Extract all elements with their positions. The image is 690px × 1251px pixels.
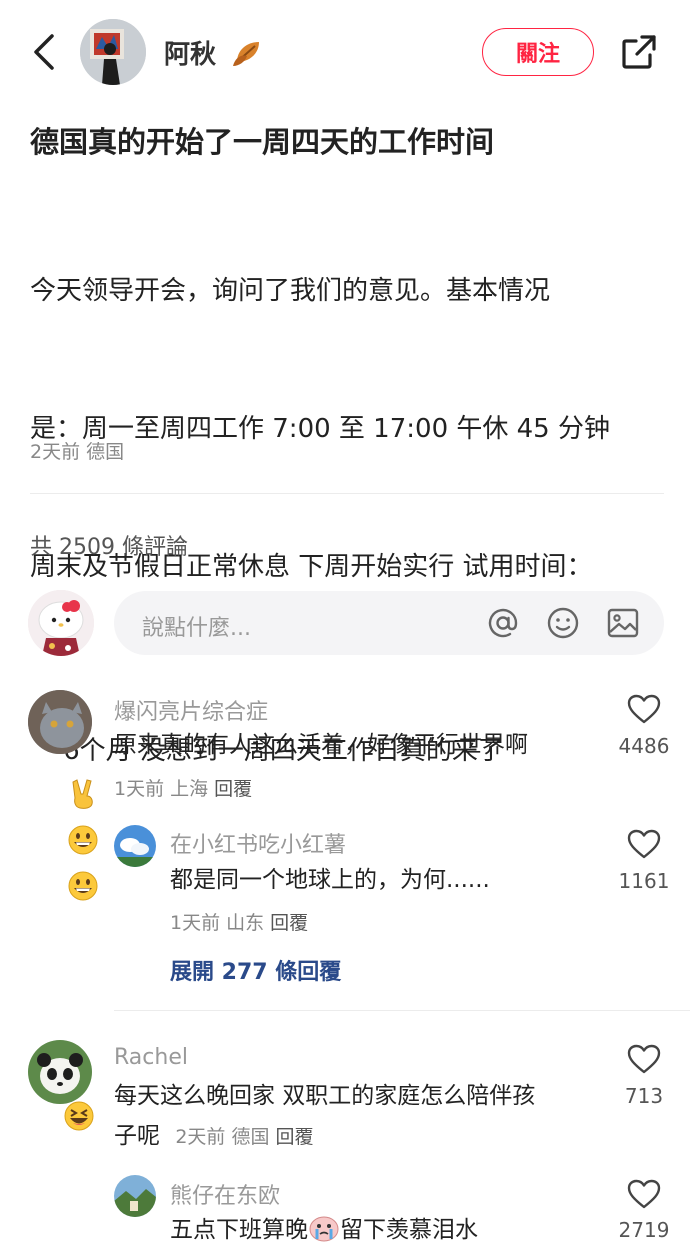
post-title: 德国真的开始了一周四天的工作时间 — [30, 125, 495, 159]
expand-replies-link[interactable]: 展開 277 條回覆 — [170, 954, 341, 986]
heart-icon — [627, 829, 661, 859]
like-count: 4486 — [618, 734, 670, 758]
reply-text-line: 五点下班算晚 留下羡慕泪水 — [170, 1210, 478, 1250]
reply-button[interactable]: 回覆 — [270, 912, 308, 934]
commenter-name[interactable]: 爆闪亮片综合症 — [114, 694, 268, 726]
laughing-emoji — [64, 1101, 94, 1131]
heart-icon — [627, 1179, 661, 1209]
comment-input[interactable]: 說點什麼... — [114, 591, 664, 655]
leaf-emoji — [233, 42, 260, 66]
comment-text: 原来真的有人这么活着，好像平行世界啊 — [114, 732, 528, 758]
comment-time-location: 2天前 德国 — [175, 1126, 270, 1148]
reply-text: 五点下班算晚 — [170, 1217, 308, 1243]
replier-name[interactable]: 熊仔在东欧 — [170, 1178, 280, 1210]
follow-button[interactable]: 關注 — [482, 28, 594, 76]
reply-avatar[interactable] — [114, 1175, 156, 1217]
author-name-text: 阿秋 — [164, 40, 217, 70]
author-name[interactable]: 阿秋 — [164, 34, 265, 71]
comment-meta: 2天前 德国 回覆 — [175, 1126, 313, 1148]
like-count: 2719 — [618, 1218, 670, 1242]
commenter-avatar[interactable] — [28, 690, 92, 754]
crying-emoji — [309, 1216, 339, 1242]
reply-text: 都是同一个地球上的，为何...... — [170, 867, 490, 893]
my-avatar[interactable] — [28, 590, 94, 656]
smiley-icon[interactable] — [546, 606, 580, 640]
reply-button[interactable]: 回覆 — [214, 778, 252, 800]
post-time-location: 2天前 德国 — [30, 441, 125, 463]
post-body-line: 今天领导开会，询问了我们的意见。基本情况 — [30, 276, 551, 306]
at-icon[interactable] — [486, 606, 520, 640]
like-count: 1161 — [618, 869, 670, 893]
commenter-avatar[interactable] — [28, 1040, 92, 1104]
reply-button[interactable]: 回覆 — [275, 1126, 313, 1148]
image-icon[interactable] — [606, 606, 640, 640]
author-avatar[interactable] — [80, 19, 146, 85]
grinning-emoji — [68, 871, 98, 901]
post-body-line: 是：周一至周四工作 7:00 至 17:00 午休 45 分钟 — [30, 414, 610, 444]
share-icon — [622, 35, 656, 69]
like-button[interactable] — [626, 828, 662, 860]
comment-text: 每天这么晚回家 双职工的家庭怎么陪伴孩 — [114, 1083, 536, 1109]
heart-icon — [627, 694, 661, 724]
reply-meta: 1天前 山东 回覆 — [170, 908, 308, 935]
comment-time-location: 1天前 上海 — [114, 778, 209, 800]
back-icon — [34, 34, 54, 70]
like-button[interactable] — [626, 693, 662, 725]
top-bar: 阿秋 關注 — [0, 0, 690, 104]
like-button[interactable] — [626, 1043, 662, 1075]
like-count: 713 — [624, 1084, 664, 1108]
share-button[interactable] — [620, 33, 658, 71]
comment-text: 子呢 — [114, 1123, 160, 1149]
reply-time-location: 1天前 山东 — [170, 912, 265, 934]
heart-icon — [627, 1044, 661, 1074]
comment-meta: 1天前 上海 回覆 — [114, 774, 252, 801]
reply-text: 留下羡慕泪水 — [340, 1217, 478, 1243]
replier-name[interactable]: 在小红书吃小红薯 — [170, 827, 346, 859]
commenter-name[interactable]: Rachel — [114, 1045, 188, 1070]
comment-count: 共 2509 條評論 — [30, 535, 188, 560]
grinning-emoji — [68, 825, 98, 855]
comment-text-cont: 子呢 2天前 德国 回覆 — [114, 1116, 313, 1157]
reply-avatar[interactable] — [114, 825, 156, 867]
back-button[interactable] — [28, 30, 62, 74]
victory-hand-emoji — [72, 779, 93, 809]
comment-input-placeholder: 說點什麼... — [142, 616, 251, 641]
like-button[interactable] — [626, 1178, 662, 1210]
divider — [30, 493, 664, 494]
divider — [114, 1010, 690, 1011]
